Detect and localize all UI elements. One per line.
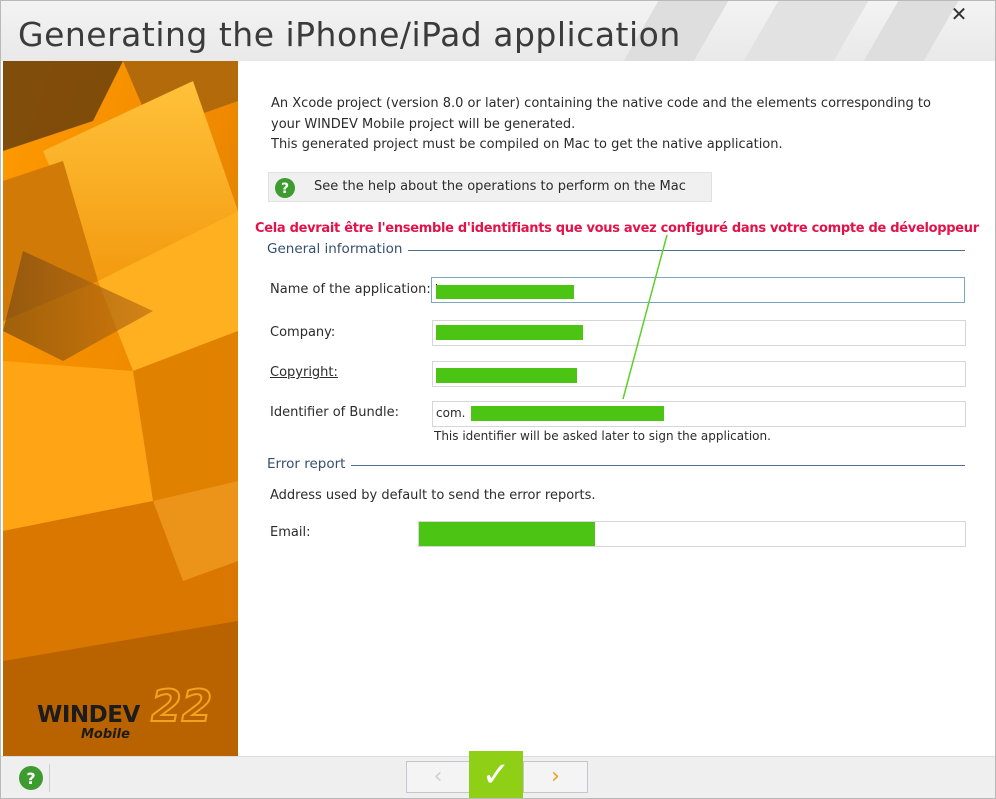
general-information-section: General information [267, 241, 965, 259]
redacted-value [436, 285, 574, 299]
annotation-text: Cela devrait être l'ensemble d'identifia… [255, 221, 979, 236]
intro-text: An Xcode project (version 8.0 or later) … [271, 94, 971, 156]
bundle-id-label: Identifier of Bundle: [270, 405, 399, 420]
svg-text:?: ? [26, 769, 35, 788]
section-title: Error report [267, 456, 352, 472]
chevron-left-icon: ‹ [433, 764, 443, 789]
redacted-value [436, 368, 577, 383]
svg-text:?: ? [281, 181, 289, 197]
help-circle-icon: ? [275, 178, 295, 198]
brand-version: 22 [150, 680, 213, 733]
company-label: Company: [270, 325, 336, 340]
checkmark-icon: ✓ [481, 755, 511, 795]
mac-help-link[interactable]: ? See the help about the operations to p… [268, 172, 712, 202]
copyright-input[interactable] [432, 361, 966, 387]
next-button[interactable]: › [523, 761, 588, 793]
close-icon[interactable]: ✕ [944, 3, 974, 25]
windev-logo: 22 WINDEV Mobile [37, 680, 227, 749]
finish-button[interactable]: ✓ [469, 751, 523, 798]
title-bar: Generating the iPhone/iPad application ✕ [1, 1, 995, 61]
redacted-value [471, 406, 664, 421]
previous-button[interactable]: ‹ [406, 761, 470, 793]
error-report-note: Address used by default to send the erro… [270, 488, 596, 503]
copyright-label: Copyright: [270, 365, 338, 380]
brand-sidebar: 22 WINDEV Mobile [3, 61, 238, 756]
company-input[interactable] [432, 320, 966, 346]
bundle-id-hint: This identifier will be asked later to s… [434, 429, 771, 443]
bundle-prefix: com. [436, 406, 466, 420]
brand-name: WINDEV [37, 702, 140, 728]
brand-subtitle: Mobile [81, 727, 130, 742]
error-report-section: Error report [267, 456, 965, 474]
help-icon[interactable]: ? [18, 765, 44, 791]
intro-line: This generated project must be compiled … [271, 137, 783, 152]
redacted-value [419, 522, 595, 546]
app-name-label: Name of the application: [270, 282, 431, 297]
redacted-value [436, 325, 583, 340]
chevron-right-icon: › [551, 764, 560, 789]
wizard-content: An Xcode project (version 8.0 or later) … [238, 61, 995, 756]
window-title: Generating the iPhone/iPad application [18, 15, 681, 54]
app-name-input[interactable] [431, 277, 965, 303]
email-input[interactable] [418, 521, 966, 547]
mac-help-label: See the help about the operations to per… [314, 179, 686, 194]
section-title: General information [267, 241, 409, 257]
titlebar-decoration [743, 1, 869, 61]
wizard-footer: ? ‹ ✓ › [1, 751, 995, 798]
bundle-id-input[interactable]: com. [432, 401, 966, 427]
footer-separator [49, 764, 50, 792]
section-divider [267, 465, 965, 466]
intro-line: your WINDEV Mobile project will be gener… [271, 116, 576, 132]
intro-line: An Xcode project (version 8.0 or later) … [271, 96, 931, 111]
sidebar-artwork [3, 61, 238, 756]
email-label: Email: [270, 525, 311, 540]
dialog-window: Generating the iPhone/iPad application ✕ [0, 0, 996, 799]
